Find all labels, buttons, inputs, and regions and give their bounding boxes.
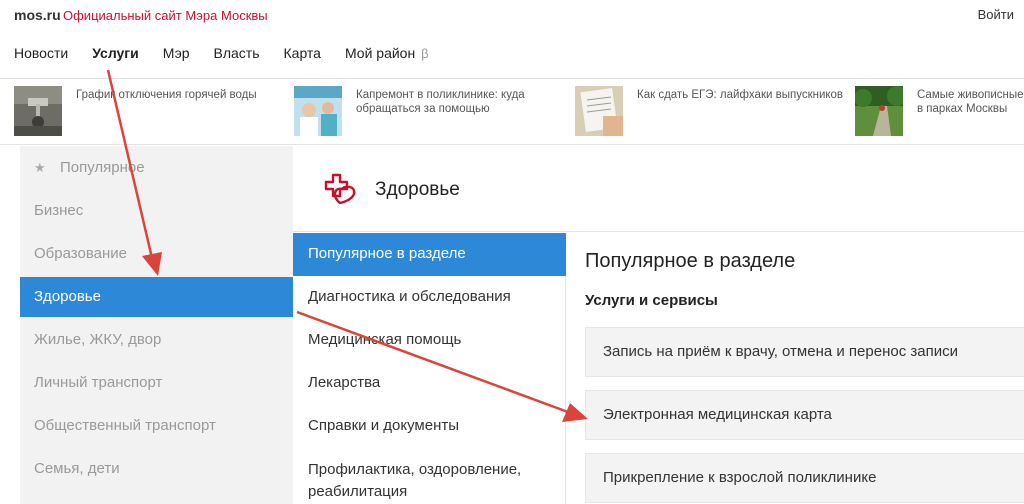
news-item[interactable]: Капремонт в поликлинике: куда обращаться…: [294, 86, 525, 136]
section-title: Здоровье: [375, 179, 460, 200]
section-header: Здоровье: [293, 146, 1024, 232]
category-personal-transport[interactable]: Личный транспорт: [20, 363, 293, 403]
nav-map[interactable]: Карта: [284, 45, 321, 65]
news-item[interactable]: Как сдать ЕГЭ: лайфхаки выпускников: [575, 86, 843, 136]
service-medical-record[interactable]: Электронная медицинская карта: [585, 390, 1024, 440]
category-education[interactable]: Образование: [20, 234, 293, 274]
subsection-certificates[interactable]: Справки и документы: [293, 405, 566, 448]
heart-cross-icon: [324, 173, 356, 205]
beta-badge: β: [421, 46, 429, 61]
subsection-label: Популярное в разделе: [308, 245, 466, 262]
category-health[interactable]: Здоровье: [20, 277, 293, 317]
news-text: Как сдать ЕГЭ: лайфхаки выпускников: [637, 88, 843, 136]
category-family[interactable]: Семья, дети: [20, 449, 293, 489]
category-public-transport[interactable]: Общественный транспорт: [20, 406, 293, 446]
news-text-line: График отключения горячей воды: [76, 89, 257, 101]
star-icon: ★: [34, 160, 46, 175]
news-text-line: Капремонт в поликлинике: куда: [356, 89, 525, 101]
subsection-label: Справки и документы: [308, 417, 460, 434]
content-subtitle: Услуги и сервисы: [585, 292, 718, 309]
news-text-line: Самые живописные: [917, 89, 1024, 101]
subsection-label: реабилитация: [308, 483, 408, 500]
content-title: Популярное в разделе: [585, 250, 796, 272]
section-panel: Здоровье Популярное в разделе Диагностик…: [293, 146, 1024, 504]
news-thumbnail-exam: [575, 86, 623, 136]
subsection-diagnostics[interactable]: Диагностика и обследования: [293, 276, 566, 319]
subsection-nav: Популярное в разделе Диагностика и обсле…: [293, 233, 566, 504]
category-housing[interactable]: Жилье, ЖКУ, двор: [20, 320, 293, 360]
top-bar: mos.ru Официальный сайт Мэра Москвы Войт…: [0, 0, 1024, 30]
service-appointment[interactable]: Запись на приём к врачу, отмена и перено…: [585, 327, 1024, 377]
nav-mayor[interactable]: Мэр: [163, 45, 190, 65]
content-panel: Популярное в разделе Услуги и сервисы За…: [584, 233, 1024, 504]
news-thumbnail-clinic: [294, 86, 342, 136]
main-nav: Новости Услуги Мэр Власть Карта Мой райо…: [14, 45, 453, 65]
subsection-label: Медицинская помощь: [308, 331, 462, 348]
site-title[interactable]: Официальный сайт Мэра Москвы: [63, 8, 268, 23]
news-text: Самые живописные в парках Москвы: [917, 88, 1024, 136]
news-item[interactable]: График отключения горячей воды: [14, 86, 257, 136]
subsection-label: Диагностика и обследования: [308, 288, 511, 305]
nav-divider: [0, 78, 1024, 79]
news-divider: [0, 144, 1024, 145]
news-text: График отключения горячей воды: [76, 88, 257, 136]
news-text-line: в парках Москвы: [917, 103, 1008, 115]
category-business[interactable]: Бизнес: [20, 191, 293, 231]
subsection-label: Профилактика, оздоровление,: [308, 461, 522, 478]
site-logo[interactable]: mos.ru: [14, 7, 61, 23]
subsection-medicines[interactable]: Лекарства: [293, 362, 566, 405]
nav-my-district-label: Мой район: [344, 45, 416, 61]
nav-services[interactable]: Услуги: [92, 45, 139, 65]
news-text-line: обращаться за помощью: [356, 103, 490, 115]
news-thumbnail-faucet: [14, 86, 62, 136]
news-item[interactable]: Самые живописные в парках Москвы: [855, 86, 1024, 136]
nav-news[interactable]: Новости: [14, 45, 68, 65]
service-clinic-attachment[interactable]: Прикрепление к взрослой поликлинике: [585, 453, 1024, 503]
news-text-line: Как сдать ЕГЭ: лайфхаки выпускников: [637, 89, 844, 101]
subsection-medical-help[interactable]: Медицинская помощь: [293, 319, 566, 362]
subsection-prevention[interactable]: Профилактика, оздоровление, реабилитация: [293, 448, 566, 504]
login-link[interactable]: Войти: [978, 7, 1014, 22]
subsection-popular[interactable]: Популярное в разделе: [293, 233, 566, 276]
nav-government[interactable]: Власть: [214, 45, 260, 65]
category-label: Популярное: [60, 159, 145, 176]
subsection-label: Лекарства: [308, 374, 381, 391]
news-thumbnail-park: [855, 86, 903, 136]
category-sidebar: ★ Популярное Бизнес Образование Здоровье …: [20, 146, 293, 504]
category-popular[interactable]: ★ Популярное: [20, 148, 293, 188]
nav-my-district[interactable]: Мой район β: [345, 45, 429, 65]
news-text: Капремонт в поликлинике: куда обращаться…: [356, 88, 525, 136]
